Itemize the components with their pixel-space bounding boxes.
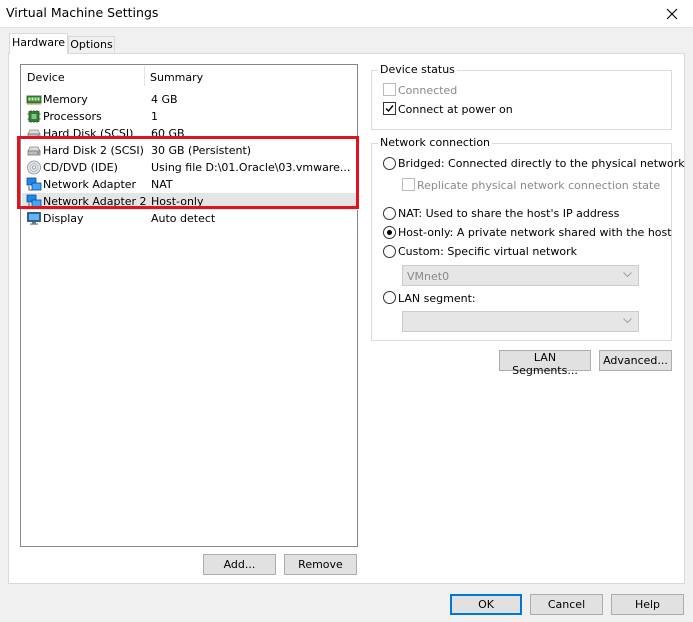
device-summary: Using file D:\01.Oracle\03.vmware...: [151, 161, 351, 174]
remove-button[interactable]: Remove: [284, 554, 357, 575]
device-list[interactable]: Device Summary Memory 4 GB Processors 1: [20, 64, 358, 547]
chevron-down-icon: [623, 272, 632, 278]
device-summary: 4 GB: [151, 93, 178, 106]
device-row-display[interactable]: Display Auto detect: [22, 210, 358, 227]
connect-at-power-on-checkbox[interactable]: [383, 102, 396, 115]
device-name: Network Adapter: [43, 178, 137, 191]
tab-hardware[interactable]: Hardware: [9, 33, 68, 54]
hard-disk-icon: [27, 146, 41, 156]
processor-icon: [27, 110, 41, 123]
device-row-cd-dvd[interactable]: CD/DVD (IDE) Using file D:\01.Oracle\03.…: [22, 159, 358, 176]
device-row-hard-disk-2[interactable]: Hard Disk 2 (SCSI) 30 GB (Persistent): [22, 142, 358, 159]
connected-label: Connected: [398, 84, 458, 97]
hard-disk-icon: [27, 129, 41, 139]
device-name: Hard Disk (SCSI): [43, 127, 134, 140]
radio-selected-dot: [387, 230, 392, 235]
lan-segment-select[interactable]: [402, 311, 639, 332]
device-name: Display: [43, 212, 84, 225]
column-header-summary[interactable]: Summary: [150, 71, 203, 84]
device-name: Network Adapter 2: [43, 195, 147, 208]
device-row-processors[interactable]: Processors 1: [22, 108, 358, 125]
window-title: Virtual Machine Settings: [6, 5, 159, 20]
network-adapter-icon: [26, 194, 42, 208]
add-button[interactable]: Add...: [203, 554, 276, 575]
device-name: Memory: [43, 93, 88, 106]
device-name: CD/DVD (IDE): [43, 161, 118, 174]
display-icon: [27, 212, 41, 225]
host-only-label: Host-only: A private network shared with…: [398, 226, 672, 239]
custom-radio[interactable]: [383, 245, 396, 258]
custom-network-select[interactable]: VMnet0: [402, 265, 639, 286]
bridged-label: Bridged: Connected directly to the physi…: [398, 157, 685, 170]
help-button[interactable]: Help: [611, 594, 684, 615]
device-summary: Host-only: [151, 195, 204, 208]
network-connection-title: Network connection: [378, 136, 493, 149]
close-icon: [666, 8, 678, 20]
device-status-group: Device status: [371, 63, 672, 130]
host-only-radio[interactable]: [383, 226, 396, 239]
bridged-radio[interactable]: [383, 157, 396, 170]
lan-segment-label: LAN segment:: [398, 292, 476, 305]
memory-icon: [26, 95, 42, 105]
tab-options[interactable]: Options: [68, 36, 115, 54]
cd-dvd-icon: [27, 160, 41, 175]
device-summary: NAT: [151, 178, 173, 191]
column-separator[interactable]: [144, 66, 145, 86]
device-summary: Auto detect: [151, 212, 216, 225]
chevron-down-icon: [623, 318, 632, 324]
device-name: Hard Disk 2 (SCSI): [43, 144, 144, 157]
device-list-header: Device Summary: [21, 65, 357, 88]
device-summary: 60 GB: [151, 127, 185, 140]
replicate-label: Replicate physical network connection st…: [417, 179, 661, 192]
device-row-network-adapter-2[interactable]: Network Adapter 2 Host-only: [22, 193, 358, 210]
device-summary: 30 GB (Persistent): [151, 144, 252, 157]
custom-network-value: VMnet0: [407, 270, 450, 283]
replicate-checkbox[interactable]: [402, 178, 415, 191]
device-row-hard-disk[interactable]: Hard Disk (SCSI) 60 GB: [22, 125, 358, 142]
device-row-memory[interactable]: Memory 4 GB: [22, 91, 358, 108]
ok-button[interactable]: OK: [450, 594, 522, 615]
column-header-device[interactable]: Device: [27, 71, 65, 84]
checkmark-icon: [385, 105, 394, 113]
device-name: Processors: [43, 110, 102, 123]
title-bar: Virtual Machine Settings: [0, 0, 693, 28]
lan-segments-button[interactable]: LAN Segments...: [499, 350, 591, 377]
cancel-button[interactable]: Cancel: [530, 594, 603, 615]
device-row-network-adapter[interactable]: Network Adapter NAT: [22, 176, 358, 193]
close-button[interactable]: [657, 0, 687, 28]
nat-radio[interactable]: [383, 207, 396, 220]
device-summary: 1: [151, 110, 158, 123]
connect-at-power-on-label: Connect at power on: [398, 103, 513, 116]
custom-label: Custom: Specific virtual network: [398, 245, 577, 258]
network-adapter-icon: [26, 177, 42, 191]
lan-segment-radio[interactable]: [383, 291, 396, 304]
device-status-title: Device status: [378, 63, 457, 76]
connected-checkbox[interactable]: [383, 83, 396, 96]
advanced-button[interactable]: Advanced...: [599, 350, 672, 371]
nat-label: NAT: Used to share the host's IP address: [398, 207, 620, 220]
